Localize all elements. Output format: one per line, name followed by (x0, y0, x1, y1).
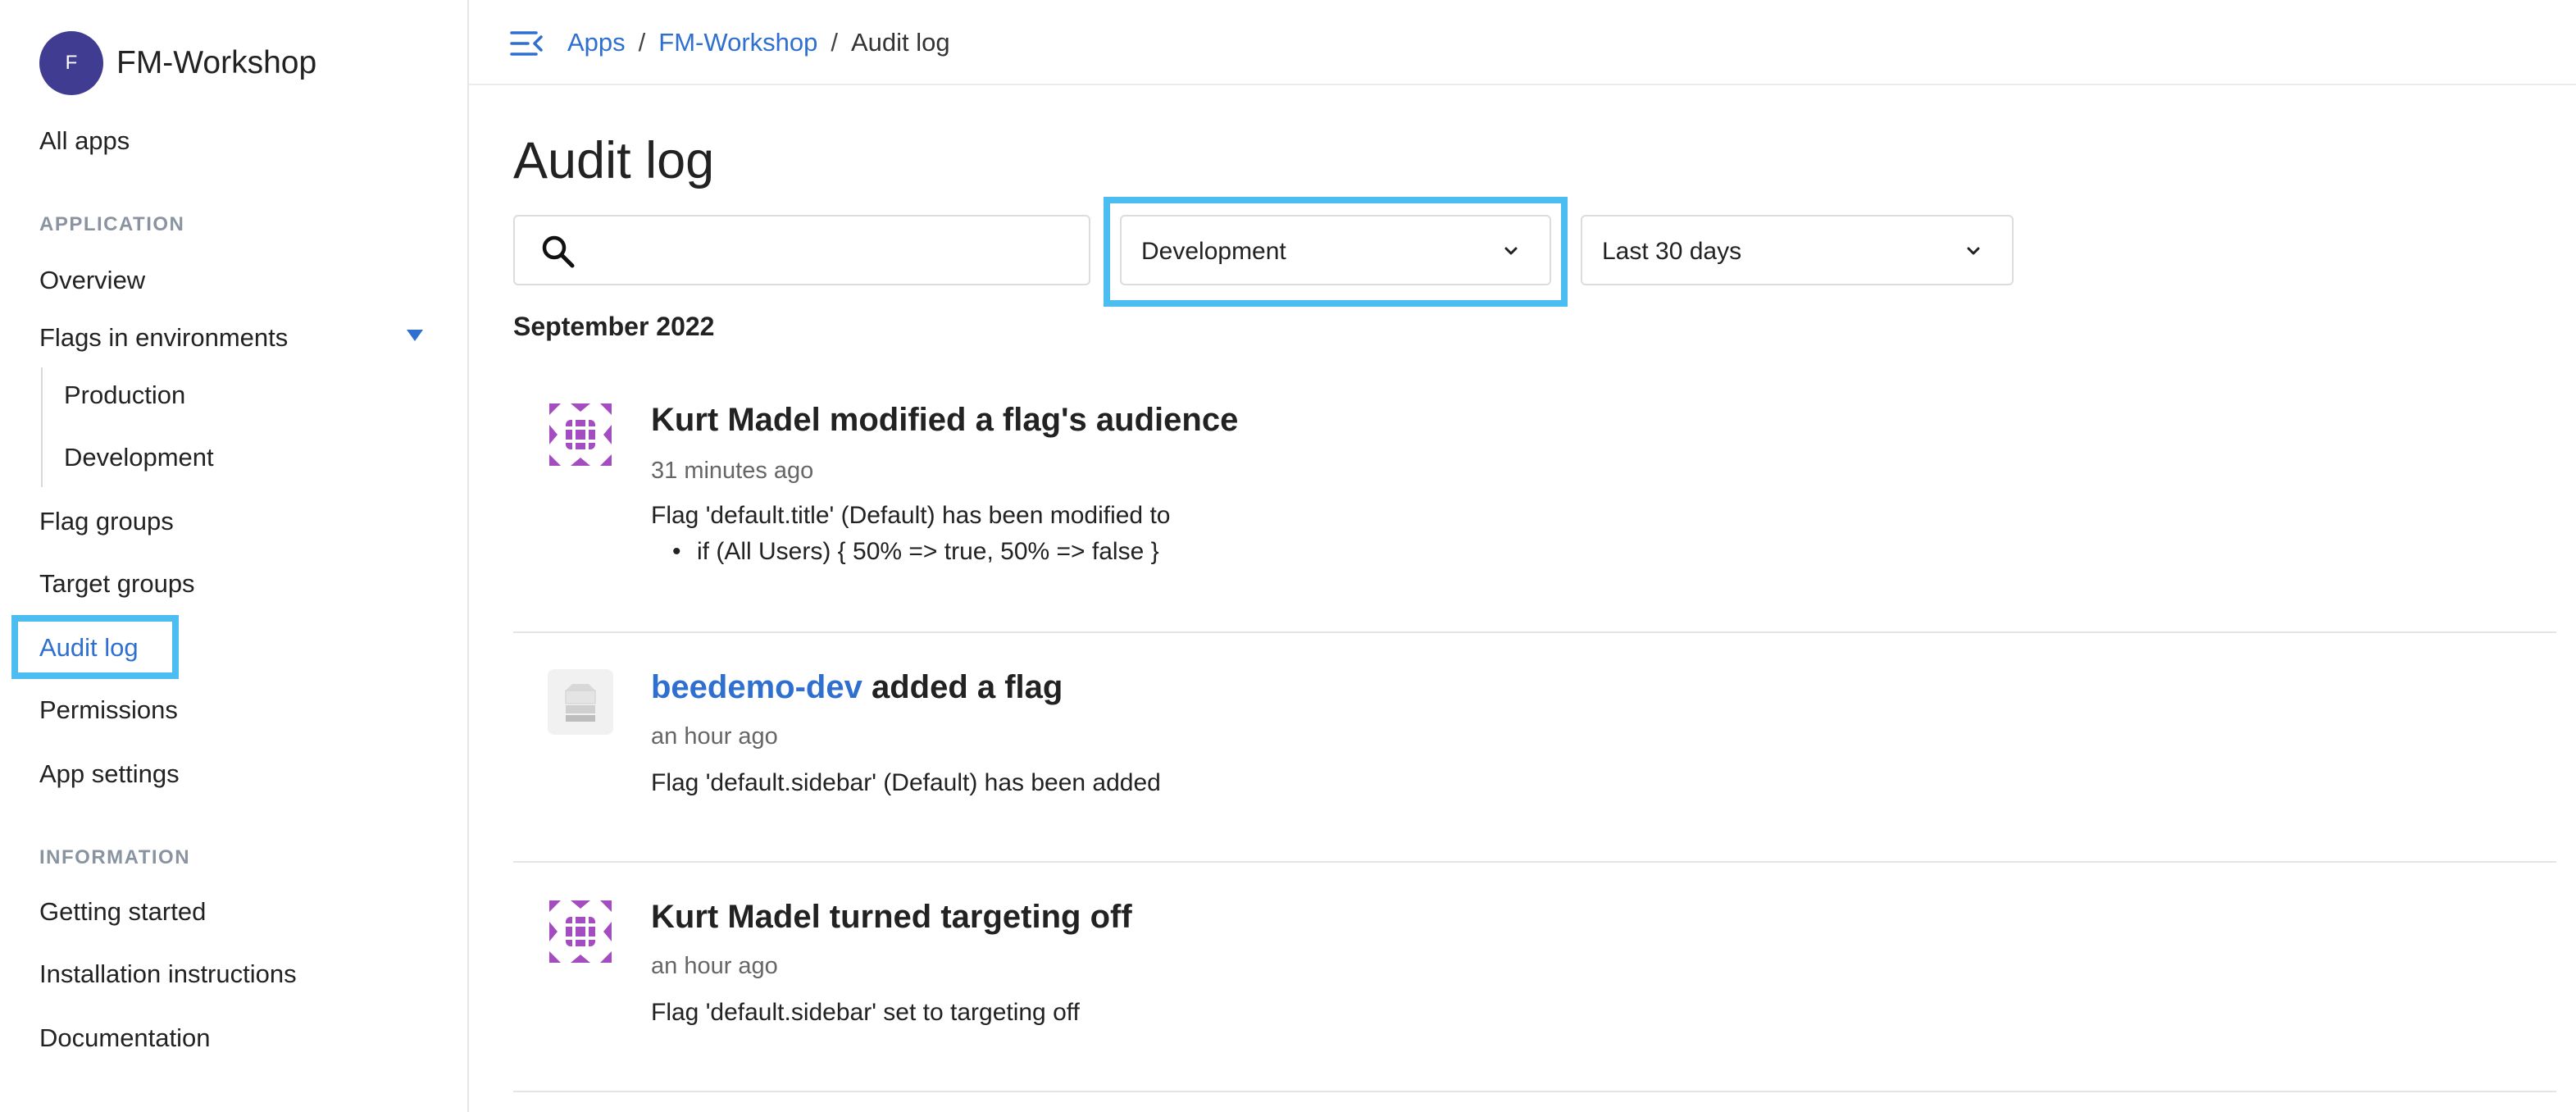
top-bar: Apps / FM-Workshop / Audit log (469, 0, 2576, 85)
menu-collapse-icon[interactable] (510, 30, 543, 57)
entry-description: Flag 'default.sidebar' set to targeting … (651, 999, 1080, 1026)
breadcrumb-app-link[interactable]: FM-Workshop (658, 28, 817, 57)
entry-time: 31 minutes ago (651, 458, 814, 484)
sidebar-item-flags-in-environments[interactable]: Flags in environments (39, 323, 288, 353)
page-title: Audit log (513, 132, 715, 189)
entry-title: Kurt Madel modified a flag's audience (651, 402, 1239, 438)
search-input[interactable] (597, 228, 1076, 276)
app-header[interactable]: F FM-Workshop (39, 31, 316, 95)
divider (513, 861, 2556, 863)
sidebar-item-overview[interactable]: Overview (39, 266, 145, 295)
breadcrumb-separator: / (831, 28, 838, 57)
environment-select-value: Development (1141, 238, 1286, 265)
divider (513, 631, 2556, 633)
sidebar-item-app-settings[interactable]: App settings (39, 759, 180, 789)
breadcrumb: Apps / FM-Workshop / Audit log (567, 28, 950, 57)
submenu-rail (41, 367, 43, 487)
identicon-avatar (549, 900, 612, 963)
app-avatar: F (39, 31, 103, 95)
search-field[interactable] (513, 215, 1090, 285)
sidebar-item-flag-groups[interactable]: Flag groups (39, 507, 174, 536)
entry-description: Flag 'default.sidebar' (Default) has bee… (651, 769, 1161, 796)
sidebar-item-documentation[interactable]: Documentation (39, 1023, 211, 1053)
date-range-select-value: Last 30 days (1602, 238, 1742, 265)
sidebar-item-installation-instructions[interactable]: Installation instructions (39, 959, 297, 989)
breadcrumb-apps-link[interactable]: Apps (567, 28, 626, 57)
identicon-avatar (549, 403, 612, 466)
entry-title: beedemo-dev added a flag (651, 669, 1063, 706)
entry-description: Flag 'default.title' (Default) has been … (651, 502, 1171, 529)
breadcrumb-current: Audit log (851, 28, 950, 57)
environment-select[interactable]: Development (1120, 215, 1551, 285)
chevron-down-icon (1967, 247, 1980, 255)
sidebar-item-development[interactable]: Development (64, 443, 214, 472)
highlight-box-audit-log (11, 615, 179, 679)
month-heading: September 2022 (513, 312, 715, 341)
sidebar-item-permissions[interactable]: Permissions (39, 695, 178, 725)
breadcrumb-separator: / (638, 28, 646, 57)
date-range-select[interactable]: Last 30 days (1581, 215, 2014, 285)
entry-detail: if (All Users) { 50% => true, 50% => fal… (672, 538, 1159, 566)
server-avatar (548, 669, 613, 735)
section-heading-information: INFORMATION (39, 846, 191, 868)
sidebar-item-all-apps[interactable]: All apps (39, 126, 130, 156)
entry-action: added a flag (862, 669, 1063, 705)
sidebar: F FM-Workshop All apps APPLICATION Overv… (0, 0, 469, 1112)
chevron-down-icon (1504, 247, 1518, 255)
entry-actor-link[interactable]: beedemo-dev (651, 669, 862, 705)
section-heading-application: APPLICATION (39, 213, 185, 235)
sidebar-item-target-groups[interactable]: Target groups (39, 569, 195, 599)
sidebar-item-production[interactable]: Production (64, 381, 185, 410)
sidebar-item-getting-started[interactable]: Getting started (39, 897, 206, 927)
search-icon (542, 235, 575, 268)
entry-title: Kurt Madel turned targeting off (651, 899, 1132, 935)
entry-time: an hour ago (651, 953, 778, 979)
app-name: FM-Workshop (116, 45, 317, 80)
divider (513, 1091, 2556, 1092)
caret-down-icon[interactable] (407, 330, 423, 341)
entry-time: an hour ago (651, 723, 778, 750)
